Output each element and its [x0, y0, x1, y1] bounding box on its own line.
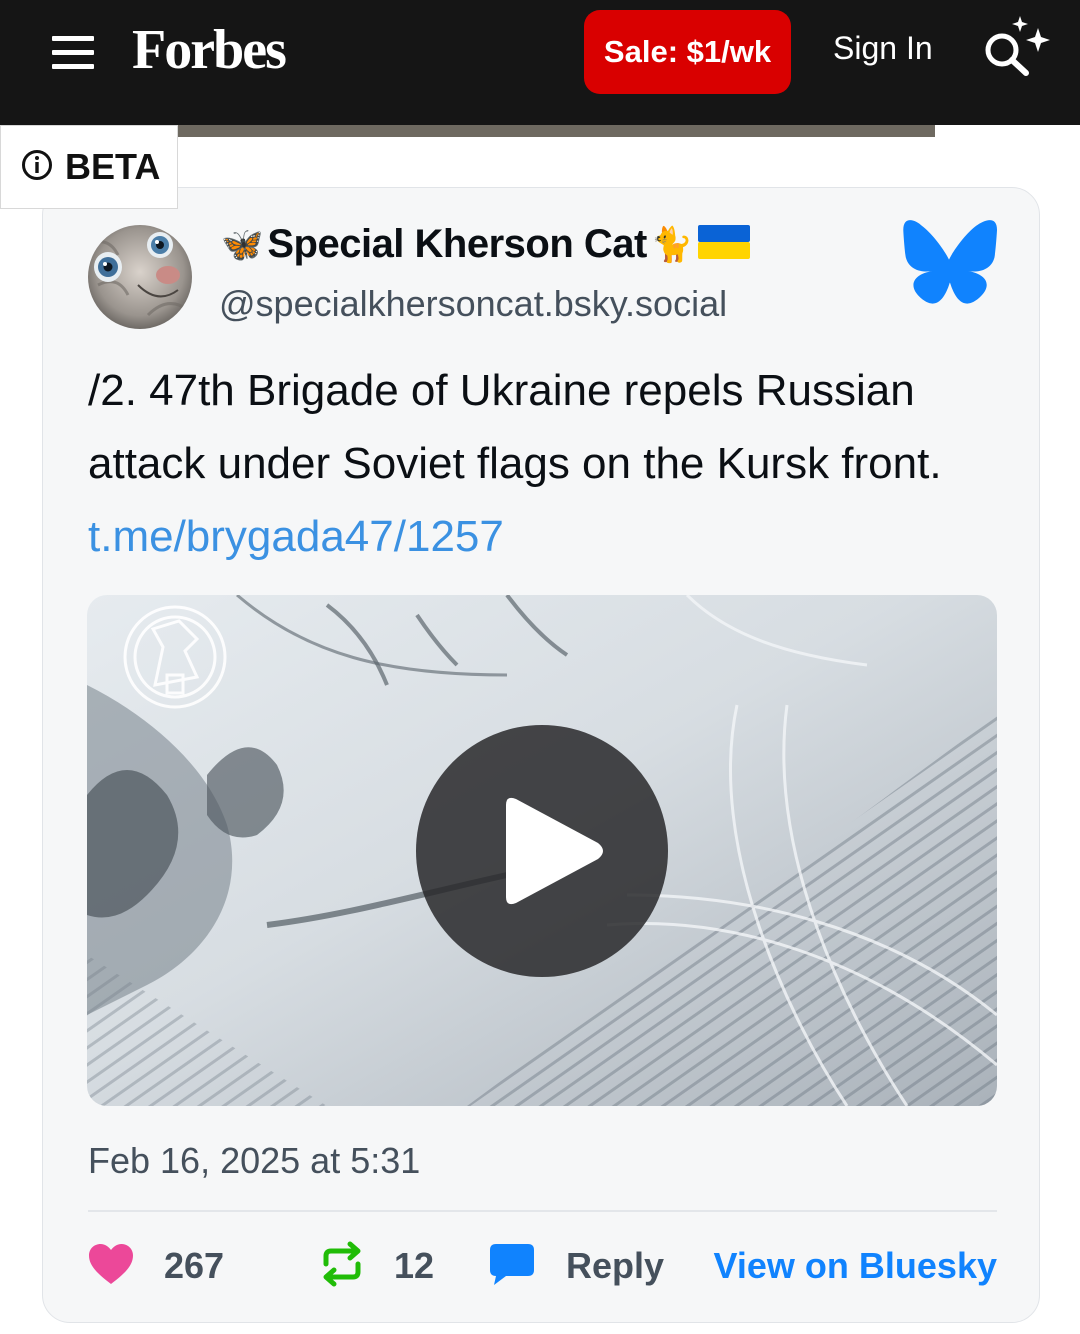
heart-icon: [88, 1243, 134, 1290]
hamburger-menu-icon[interactable]: [52, 36, 94, 70]
reply-button[interactable]: Reply: [488, 1234, 664, 1298]
author-name-row[interactable]: 🦋 Special Kherson Cat 🐈: [221, 222, 751, 267]
repost-count: 12: [394, 1245, 435, 1286]
ai-search-icon[interactable]: [980, 8, 1052, 80]
play-button[interactable]: [416, 725, 668, 977]
bluesky-logo-icon[interactable]: [901, 220, 997, 306]
post-text: /2. 47th Brigade of Ukraine repels Russi…: [88, 354, 998, 573]
site-header: Forbes Sale: $1/wk Sign In: [0, 0, 1080, 125]
beta-badge[interactable]: BETA: [0, 125, 178, 209]
author-display-name[interactable]: Special Kherson Cat: [267, 222, 647, 267]
view-on-bluesky-link[interactable]: View on Bluesky: [714, 1234, 997, 1298]
hero-image-edge: [178, 125, 935, 137]
bluesky-embed-card: 🦋 Special Kherson Cat 🐈 @specialkhersonc…: [42, 187, 1040, 1323]
reply-bubble-icon: [488, 1242, 536, 1291]
repost-button[interactable]: 12: [320, 1234, 434, 1298]
butterfly-emoji-icon: 🦋: [221, 225, 264, 264]
reply-label: Reply: [566, 1245, 665, 1286]
video-thumbnail[interactable]: [87, 595, 997, 1106]
post-link[interactable]: t.me/brygada47/1257: [88, 512, 504, 561]
sale-subscribe-button[interactable]: Sale: $1/wk: [584, 10, 791, 94]
avatar[interactable]: [88, 225, 192, 329]
post-timestamp[interactable]: Feb 16, 2025 at 5:31: [88, 1140, 420, 1182]
author-handle[interactable]: @specialkhersoncat.bsky.social: [219, 283, 727, 325]
info-icon: [21, 149, 53, 186]
forbes-logo[interactable]: Forbes: [132, 18, 287, 82]
post-actions: 267 12 Reply View on Bluesky: [88, 1234, 997, 1298]
sign-in-link[interactable]: Sign In: [833, 30, 933, 67]
ukraine-flag-icon: [697, 224, 751, 265]
beta-label: BETA: [65, 146, 161, 187]
like-button[interactable]: 267: [88, 1234, 224, 1298]
like-count: 267: [164, 1245, 225, 1286]
repost-icon: [320, 1240, 364, 1293]
divider: [88, 1210, 997, 1212]
post-body: /2. 47th Brigade of Ukraine repels Russi…: [88, 366, 942, 488]
cat-emoji-icon: 🐈: [650, 225, 694, 264]
play-icon: [506, 797, 603, 905]
